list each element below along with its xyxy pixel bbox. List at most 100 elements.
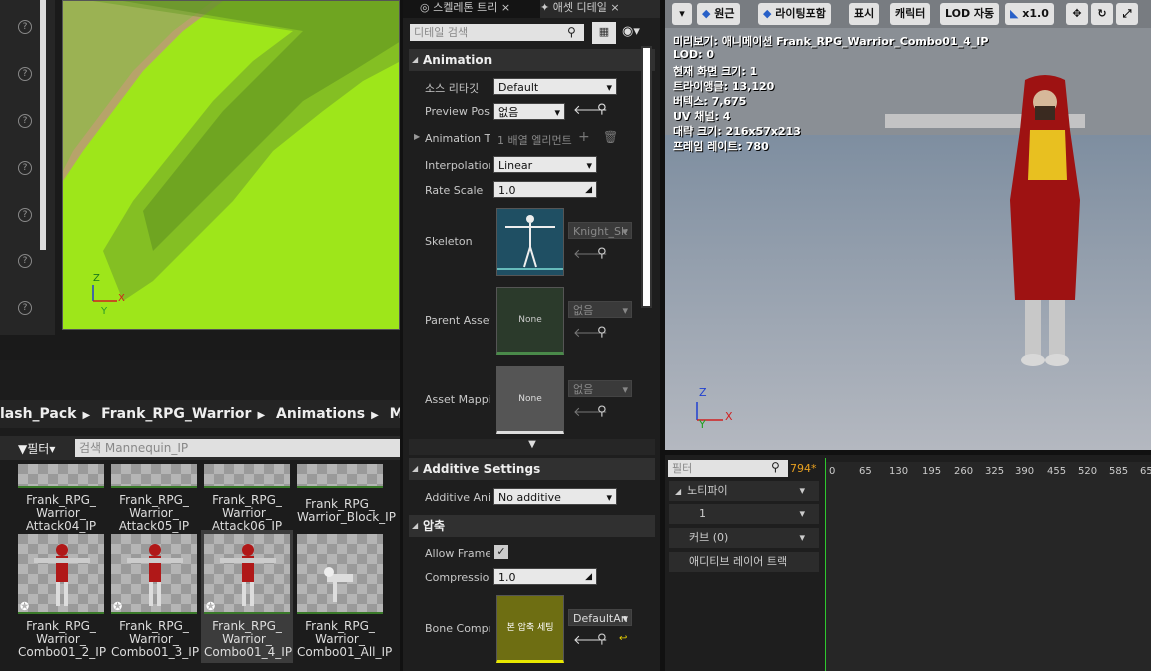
preview-info-line: UV 채널: 4 [673, 110, 731, 123]
section-compression[interactable]: 압축 [409, 515, 655, 537]
chevron-down-icon: ▾ [554, 106, 560, 119]
asset-tile[interactable]: ✪ Frank_RPG_ Warrior_ Combo01_3_IP [111, 534, 199, 659]
grid-view-icon[interactable]: ▦ [592, 22, 616, 44]
source-retarget-combo[interactable]: Default ▾ [493, 78, 617, 95]
help-icon[interactable]: ? [18, 114, 32, 128]
compression-input[interactable]: 1.0 ◢ [493, 568, 597, 585]
tab-asset-details[interactable]: ✦ 애셋 디테일 × [540, 0, 660, 18]
chevron-down-icon: ▾ [622, 612, 628, 625]
asset-tile[interactable]: Frank_RPG_ Warrior_ Attack04_IP [18, 464, 104, 533]
show-button[interactable]: 표시 [849, 3, 880, 25]
asset-mapping-combo[interactable]: 없음 ▾ [568, 380, 632, 397]
collapse-triangle-icon: ◢ [675, 487, 682, 496]
asset-tile[interactable]: Frank_RPG_ Warrior_Block_IP [297, 464, 396, 524]
viewport-options-button[interactable]: ▾ [672, 3, 692, 25]
scrollbar[interactable] [40, 0, 46, 250]
skeleton-thumbnail[interactable] [496, 208, 564, 276]
browse-search-icon[interactable]: ⚲ [597, 325, 607, 340]
asset-tile-selected[interactable]: ✪ Frank_RPG_ Warrior_ Combo01_4_IP [201, 530, 293, 663]
axis-y-label: Y [699, 418, 706, 431]
breadcrumb-item[interactable]: lash_Pack [0, 406, 77, 422]
allow-frame-checkbox[interactable]: ✓ [494, 545, 508, 559]
eye-icon[interactable]: ◉▾ [622, 24, 640, 39]
breadcrumb-item[interactable]: Mar [390, 406, 400, 422]
lod-auto-button[interactable]: LOD 자동 [940, 3, 1000, 25]
collapse-triangle-icon[interactable]: ◢ [412, 464, 418, 473]
expand-advanced-icon[interactable]: ▼ [409, 439, 655, 455]
skeleton-combo[interactable]: Knight_Sk ▾ [568, 222, 632, 239]
perspective-button[interactable]: ◆ 원근 [697, 3, 740, 25]
help-icon[interactable]: ? [18, 67, 32, 81]
browse-search-icon[interactable]: ⚲ [597, 404, 607, 419]
asset-tile[interactable]: Frank_RPG_ Warrior_ Attack05_IP [111, 464, 197, 533]
bone-compression-thumbnail[interactable]: 본 압축 세팅 [496, 595, 564, 663]
combo-value: DefaultAn [573, 612, 628, 625]
asset-tile-label: Frank_RPG_ Warrior_Block_IP [297, 497, 396, 524]
parent-asset-combo[interactable]: 없음 ▾ [568, 301, 632, 318]
section-animation[interactable]: Animation [409, 49, 655, 71]
character-button[interactable]: 캐릭터 [890, 3, 931, 25]
asset-icon: ✦ [540, 1, 553, 14]
asset-mapping-thumbnail[interactable]: None [496, 366, 564, 434]
playhead-line[interactable] [825, 458, 826, 671]
ruler-tick: 195 [922, 466, 942, 477]
help-icon[interactable]: ? [18, 20, 32, 34]
asset-tile[interactable]: Frank_RPG_ Warrior_ Combo01_All_IP [297, 534, 393, 659]
asset-search-input[interactable]: 검색 Mannequin_IP [75, 439, 400, 457]
track-notifies[interactable]: ◢ 노티파이 ▾ [669, 481, 819, 501]
maximize-icon[interactable]: ⤢ [1116, 3, 1138, 25]
tab-skeleton-tree[interactable]: ◎ 스켈레톤 트리 × [420, 0, 530, 18]
parent-asset-thumbnail[interactable]: None [496, 287, 564, 355]
prop-label: Allow Frame [425, 547, 490, 560]
character-thumbnail-icon [324, 567, 353, 602]
chevron-down-icon: ▾ [622, 225, 628, 238]
breadcrumb-item[interactable]: Animations [276, 406, 365, 422]
grass-viewport[interactable]: Z X Y [62, 0, 400, 330]
reset-icon[interactable]: ↩ [619, 633, 627, 644]
details-scrollbar[interactable] [641, 46, 652, 308]
help-icon[interactable]: ? [18, 301, 32, 315]
expand-triangle-icon[interactable]: ▶ [414, 132, 420, 141]
details-search-input[interactable]: 디테일 검색 [410, 24, 584, 41]
playback-speed-button[interactable]: ◣ x1.0 [1005, 3, 1054, 25]
ruler-tick: 65 [1140, 466, 1151, 477]
button-label: 원근 [714, 7, 735, 20]
combo-value: 없음 [498, 106, 519, 119]
help-icon[interactable]: ? [18, 161, 32, 175]
asset-tile-label: Frank_RPG_ Warrior_ Combo01_All_IP [297, 619, 393, 659]
chevron-down-icon: ▾ [799, 484, 805, 497]
interpolation-combo[interactable]: Linear ▾ [493, 156, 597, 173]
breadcrumb: lash_Pack ▶ Frank_RPG_Warrior ▶ Animations… [0, 400, 400, 428]
track-additive-layer[interactable]: 애디티브 레이어 트랙 [669, 552, 819, 572]
browse-search-icon[interactable]: ⚲ [597, 102, 607, 117]
lighting-button[interactable]: ◆ 라이팅포함 [758, 3, 831, 25]
asset-tile[interactable]: Frank_RPG_ Warrior_ Attack06_IP [204, 464, 290, 533]
add-element-icon[interactable]: + [578, 129, 590, 145]
rate-scale-input[interactable]: 1.0 ◢ [493, 181, 597, 198]
trash-icon[interactable]: 🗑 [603, 130, 618, 144]
collapse-triangle-icon[interactable]: ◢ [412, 521, 418, 530]
close-icon[interactable]: × [607, 1, 619, 14]
button-label: x1.0 [1022, 7, 1049, 20]
section-additive-settings[interactable]: Additive Settings [409, 458, 655, 480]
translate-icon[interactable]: ✥ [1066, 3, 1088, 25]
breadcrumb-item[interactable]: Frank_RPG_Warrior [101, 406, 251, 422]
track-curves[interactable]: 커브 (0) ▾ [669, 528, 819, 548]
help-icon[interactable]: ? [18, 254, 32, 268]
browse-search-icon[interactable]: ⚲ [597, 632, 607, 647]
asset-tile[interactable]: ✪ Frank_RPG_ Warrior_ Combo01_2_IP [18, 534, 106, 659]
preview-pose-combo[interactable]: 없음 ▾ [493, 103, 565, 120]
additive-anim-combo[interactable]: No additive ▾ [493, 488, 617, 505]
character-thumbnail-icon [220, 544, 276, 606]
browse-search-icon[interactable]: ⚲ [597, 246, 607, 261]
track-notify-1[interactable]: 1 ▾ [669, 504, 819, 524]
collapse-triangle-icon[interactable]: ◢ [412, 55, 418, 64]
timeline-filter-input[interactable]: 필터 [668, 460, 788, 477]
filter-button[interactable]: ▼필터▾ [18, 440, 55, 457]
track-label: 커브 (0) [689, 531, 729, 544]
help-icon[interactable]: ? [18, 208, 32, 222]
timeline-grid[interactable] [825, 482, 1151, 671]
bone-compression-combo[interactable]: DefaultAn ▾ [568, 609, 632, 626]
close-icon[interactable]: × [497, 1, 510, 14]
rotate-icon[interactable]: ↻ [1091, 3, 1113, 25]
